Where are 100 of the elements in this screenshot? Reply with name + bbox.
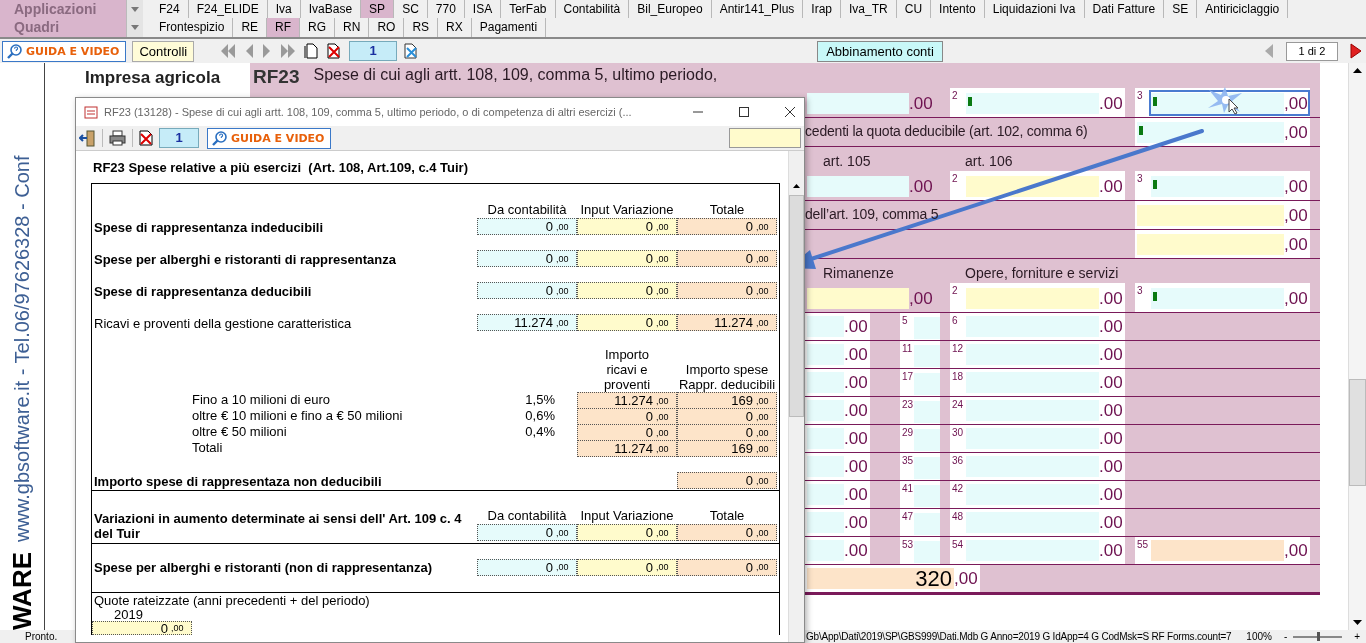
last-record-icon[interactable] <box>280 44 297 58</box>
amount-field[interactable]: .00 <box>805 537 870 563</box>
status-path: Gb\App\Dati\2019\SP\GBS999\Dati.Mdb G Anno=2019 G IdApp=4 G CodMsk=S RF Forms.count=7 <box>806 631 1233 642</box>
section-tab[interactable]: RN <box>335 18 370 37</box>
amount-field[interactable]: ,00 <box>1135 231 1310 257</box>
row-label: Importo spese di rappresentaza non deducibili <box>93 474 383 489</box>
amount-field[interactable]: .00 <box>964 341 1125 367</box>
page-indicator: 1 di 2 <box>1286 41 1338 61</box>
scrollbar-track[interactable] <box>788 151 804 642</box>
line-number: 47 <box>901 510 914 522</box>
amount-field: 0,00 <box>677 218 777 235</box>
help-search-icon <box>212 130 227 146</box>
next-record-icon[interactable] <box>262 44 273 58</box>
form-title: Spese di cui agli artt. 108, 109, comma 5, ultimo periodo, <box>313 65 718 85</box>
maximize-icon[interactable] <box>738 106 750 118</box>
record-number-field[interactable]: 1 <box>159 128 199 148</box>
amount-field[interactable]: ,00 <box>1149 285 1310 311</box>
amount-field[interactable] <box>914 373 940 395</box>
mouse-pointer-icon <box>1228 98 1239 115</box>
amount-field[interactable] <box>914 541 940 563</box>
amount-field: 11.274,00 <box>677 314 777 331</box>
amount-field[interactable]: .00 <box>805 369 870 395</box>
amount-field[interactable] <box>914 401 940 423</box>
amount-field[interactable]: ,00 <box>1149 173 1310 199</box>
amount-field[interactable]: 0,00 <box>577 250 677 267</box>
amount-field[interactable] <box>914 513 940 535</box>
line-number: 48 <box>951 510 964 522</box>
amount-field[interactable]: 0,00 <box>577 558 677 576</box>
amount-field[interactable] <box>914 317 940 339</box>
amount-field[interactable]: .00 <box>964 397 1125 423</box>
amount-field[interactable]: 0,00 <box>577 314 677 331</box>
line-number: 18 <box>951 370 964 382</box>
row-label: Spese di rappresentanza deducibili <box>93 284 313 299</box>
previous-page-icon[interactable] <box>1264 43 1274 59</box>
amount-field[interactable]: .00 <box>964 369 1125 395</box>
section-tab[interactable]: RO <box>369 18 405 37</box>
controls-button[interactable]: Controlli <box>132 40 195 62</box>
amount-field[interactable]: .00 <box>964 173 1125 199</box>
previous-record-icon[interactable] <box>244 44 255 58</box>
amount-field[interactable]: ,00 <box>1135 202 1310 228</box>
amount-field[interactable]: ,00 <box>1135 119 1310 145</box>
amount-field[interactable]: .00 <box>964 313 1125 339</box>
amount-field[interactable] <box>914 457 940 479</box>
amount-field[interactable]: ,00 <box>1149 90 1310 116</box>
section-tab[interactable]: Pagamenti <box>471 18 547 37</box>
line-number: 3 <box>1136 284 1144 296</box>
delete-icon[interactable] <box>139 130 153 146</box>
amount-field[interactable]: .00 <box>805 425 870 451</box>
new-page-icon[interactable] <box>304 43 319 59</box>
scroll-thumb[interactable] <box>789 195 804 417</box>
help-search-icon <box>7 43 22 59</box>
section-tab[interactable]: RX <box>438 18 472 37</box>
amount-field[interactable]: .00 <box>805 509 870 535</box>
print-icon[interactable] <box>109 130 126 146</box>
next-page-icon[interactable] <box>1350 43 1362 59</box>
clear-search-icon[interactable] <box>403 43 420 59</box>
amount-field[interactable]: .00 <box>964 90 1125 116</box>
amount-field[interactable]: .00 <box>964 537 1125 563</box>
line-number: 36 <box>951 454 964 466</box>
scroll-thumb[interactable] <box>1349 379 1366 486</box>
close-icon[interactable] <box>784 106 796 118</box>
amount-field[interactable]: .00 <box>964 509 1125 535</box>
section-tab[interactable]: RG <box>300 18 336 37</box>
amount-field[interactable]: .00 <box>964 481 1125 507</box>
input-field[interactable] <box>729 128 801 148</box>
scrollbar-track[interactable] <box>1348 63 1366 630</box>
amount-field[interactable]: .00 <box>964 425 1125 451</box>
amount-field[interactable]: .00 <box>964 285 1125 311</box>
record-number-field[interactable]: 1 <box>349 41 398 61</box>
delete-page-icon[interactable] <box>326 43 342 59</box>
amount-field[interactable]: 0,00 <box>577 282 677 299</box>
account-matching-button[interactable]: Abbinamento conti <box>817 40 943 62</box>
amount-field[interactable]: .00 <box>964 453 1125 479</box>
menu-tab[interactable]: SP <box>361 0 395 18</box>
amount-field[interactable] <box>914 345 940 367</box>
bracket-label: Fino a 10 milioni di euro <box>191 392 332 409</box>
website-text: www.gbsoftware.it - Tel.06/97626328 - Conf <box>10 154 34 542</box>
amount-field[interactable]: .00 <box>805 481 870 507</box>
zoom-in-button[interactable]: + <box>1348 630 1366 643</box>
amount-field[interactable]: 0,00 <box>577 218 677 235</box>
section-tab[interactable]: RF <box>267 18 301 37</box>
first-record-icon[interactable] <box>220 44 237 58</box>
line-number: 35 <box>901 454 914 466</box>
amount-field[interactable]: 0,00 <box>92 621 192 635</box>
amount-field: 11.274,00 <box>477 314 577 331</box>
amount-field[interactable] <box>914 485 940 507</box>
form-icon <box>84 105 98 119</box>
amount-field[interactable] <box>914 429 940 451</box>
exit-icon[interactable] <box>79 129 96 147</box>
zoom-out-button[interactable]: - <box>1277 630 1294 643</box>
slider-thumb[interactable] <box>1316 632 1320 641</box>
amount-field[interactable]: .00 <box>805 397 870 423</box>
amount-field[interactable]: .00 <box>805 341 870 367</box>
section-tab[interactable]: RS <box>404 18 439 37</box>
section-tab[interactable]: Frontespizio <box>151 18 234 37</box>
amount-field[interactable]: ,00 <box>1149 537 1310 563</box>
amount-field[interactable]: .00 <box>805 313 870 339</box>
amount-field[interactable]: 0,00 <box>577 524 677 541</box>
amount-field[interactable]: .00 <box>805 453 870 479</box>
line-number: 2 <box>951 89 959 101</box>
